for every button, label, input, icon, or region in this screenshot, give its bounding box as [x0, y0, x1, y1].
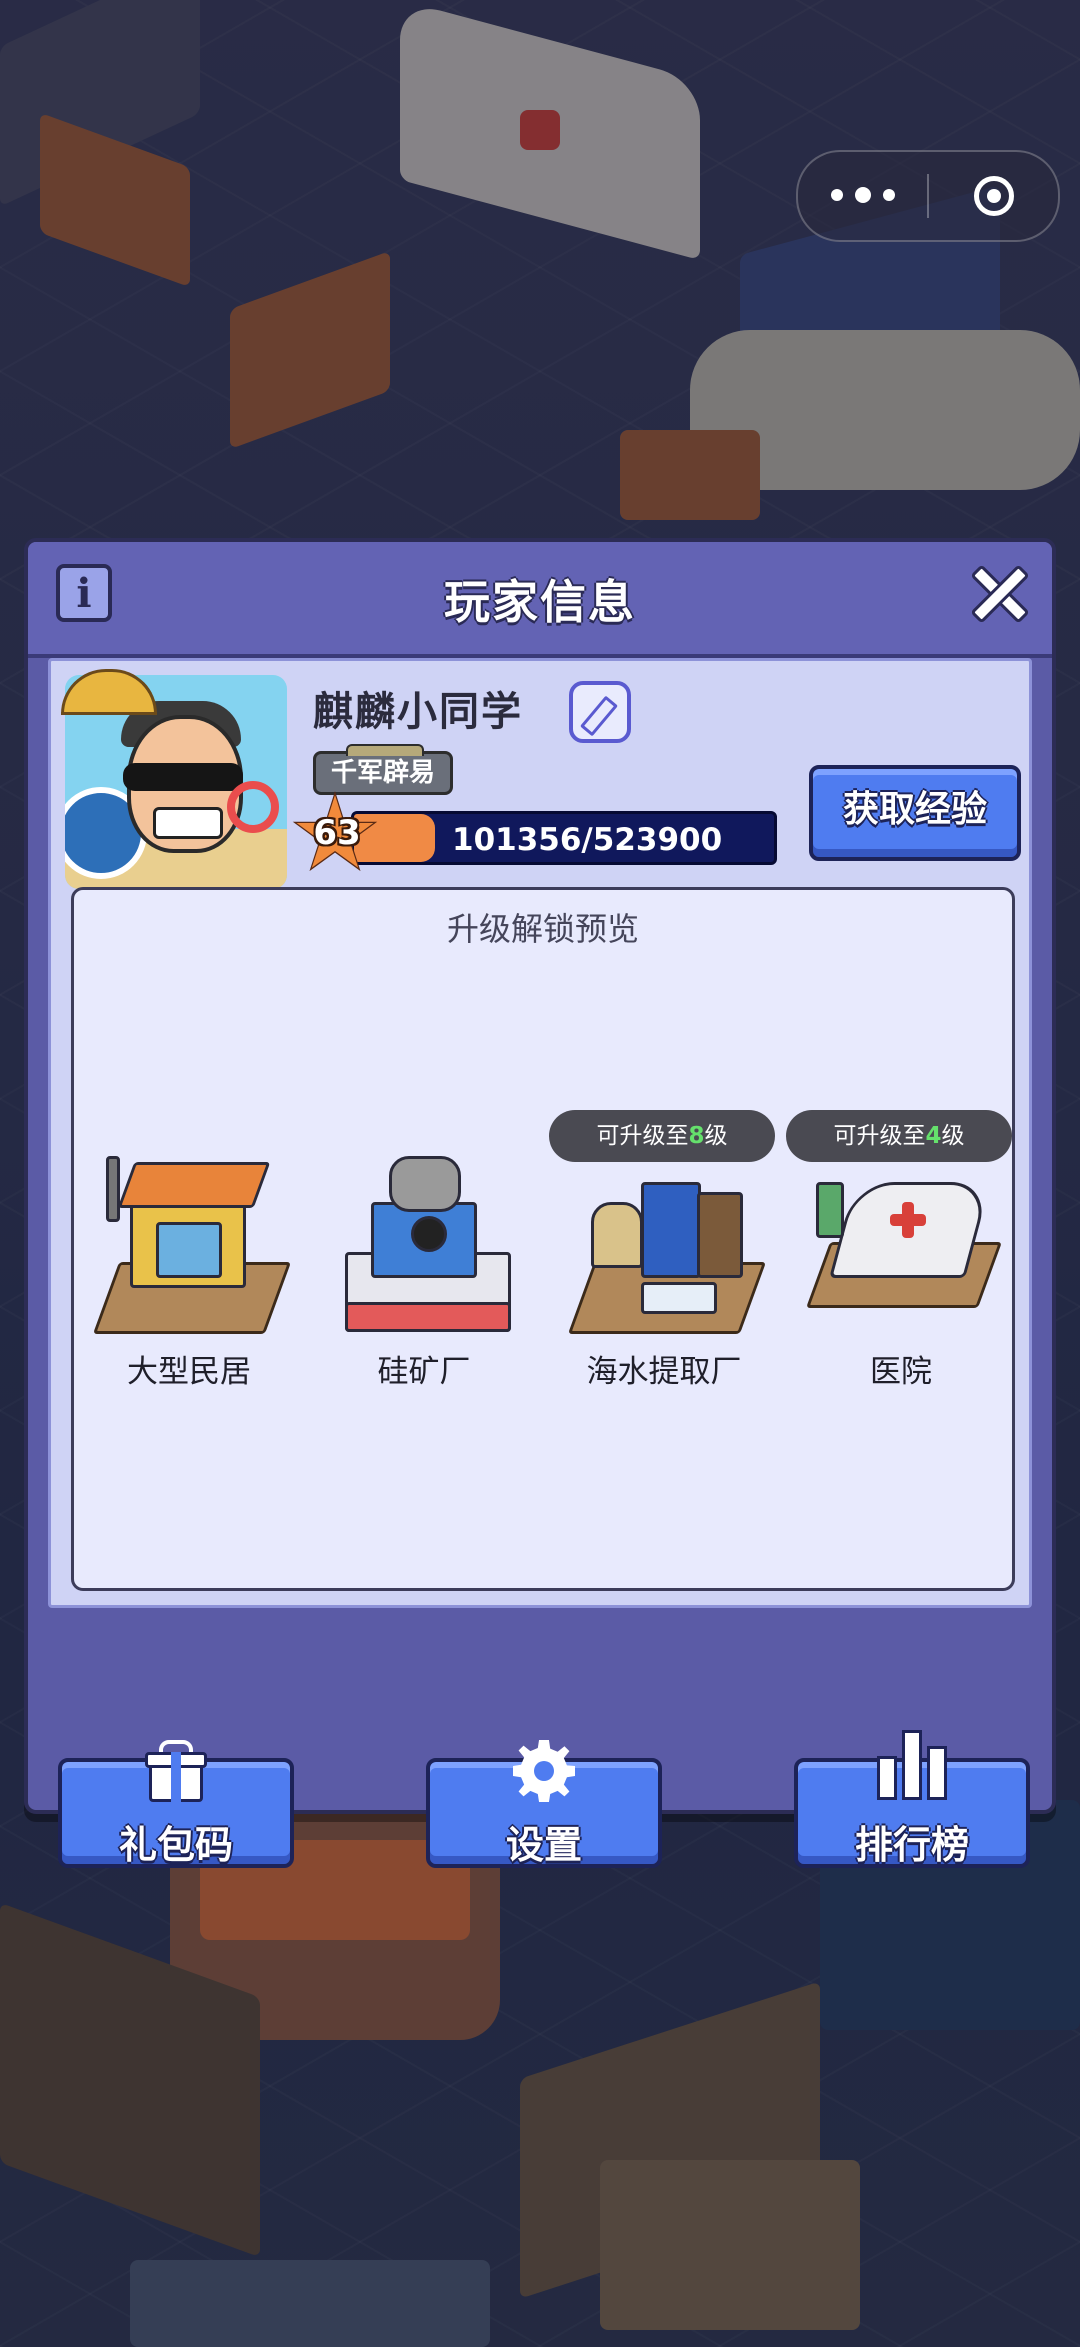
- badge-suffix: 级: [704, 1123, 728, 1149]
- dialog-content: 麒麟小同学 千军辟易 101356/523900 63 获取经验 升级解锁预览 …: [48, 658, 1032, 1608]
- building-name: 医院: [870, 1354, 932, 1390]
- leaderboard-label: 排行榜: [854, 1823, 969, 1867]
- experience-bar-fill: [354, 814, 436, 862]
- preview-title: 升级解锁预览: [446, 910, 639, 948]
- badge-suffix: 级: [941, 1123, 965, 1149]
- more-options-icon[interactable]: [798, 187, 927, 203]
- experience-text: 101356/523900: [452, 822, 723, 858]
- gift-icon: [145, 1740, 207, 1802]
- badge-level: 8: [688, 1123, 705, 1149]
- building-name: 硅矿厂: [377, 1354, 471, 1390]
- player-level: 63: [313, 813, 361, 853]
- building-seawater-plant[interactable]: 可升级至8级 海水提取厂: [549, 1110, 779, 1402]
- seawater-plant-image: [567, 1152, 767, 1334]
- player-avatar[interactable]: [61, 669, 287, 889]
- upgrade-unlock-preview: 升级解锁预览 大型民居 硅矿厂 可升级至8级 海水提取厂 可升级至4级 医院: [71, 887, 1015, 1591]
- settings-button[interactable]: 设置: [426, 1740, 662, 1868]
- leaderboard-button[interactable]: 排行榜: [794, 1730, 1030, 1868]
- close-mini-program-icon[interactable]: [929, 176, 1058, 216]
- building-name: 海水提取厂: [586, 1354, 742, 1390]
- building-silicon-mine[interactable]: 硅矿厂: [309, 1152, 539, 1402]
- player-name: 麒麟小同学: [313, 689, 523, 735]
- dialog-title: 玩家信息: [444, 575, 636, 629]
- get-experience-button[interactable]: 获取经验: [809, 765, 1021, 861]
- player-title-badge: 千军辟易: [313, 744, 453, 795]
- gift-code-label: 礼包码: [118, 1823, 233, 1867]
- building-hospital[interactable]: 可升级至4级 医院: [786, 1110, 1016, 1402]
- hospital-image: [805, 1152, 1003, 1332]
- mini-program-capsule: [796, 150, 1060, 242]
- gear-icon: [513, 1740, 575, 1802]
- gift-code-button[interactable]: 礼包码: [58, 1740, 294, 1868]
- silicon-mine-image: [331, 1152, 517, 1332]
- dialog-header: i 玩家信息: [28, 542, 1052, 658]
- settings-label: 设置: [505, 1823, 582, 1867]
- badge-prefix: 可升级至: [833, 1123, 926, 1149]
- large-house-image: [92, 1152, 292, 1334]
- experience-bar: 101356/523900: [351, 811, 777, 865]
- leaderboard-icon: [875, 1730, 949, 1800]
- edit-name-icon[interactable]: [569, 681, 631, 743]
- building-large-house[interactable]: 大型民居: [74, 1152, 304, 1402]
- player-info-dialog: i 玩家信息 麒麟小同学 千军辟易 101356/523900 63 获取经验 …: [24, 538, 1056, 1868]
- close-icon[interactable]: [962, 556, 1038, 632]
- building-name: 大型民居: [127, 1354, 251, 1390]
- badge-prefix: 可升级至: [596, 1123, 689, 1149]
- badge-level: 4: [925, 1123, 942, 1149]
